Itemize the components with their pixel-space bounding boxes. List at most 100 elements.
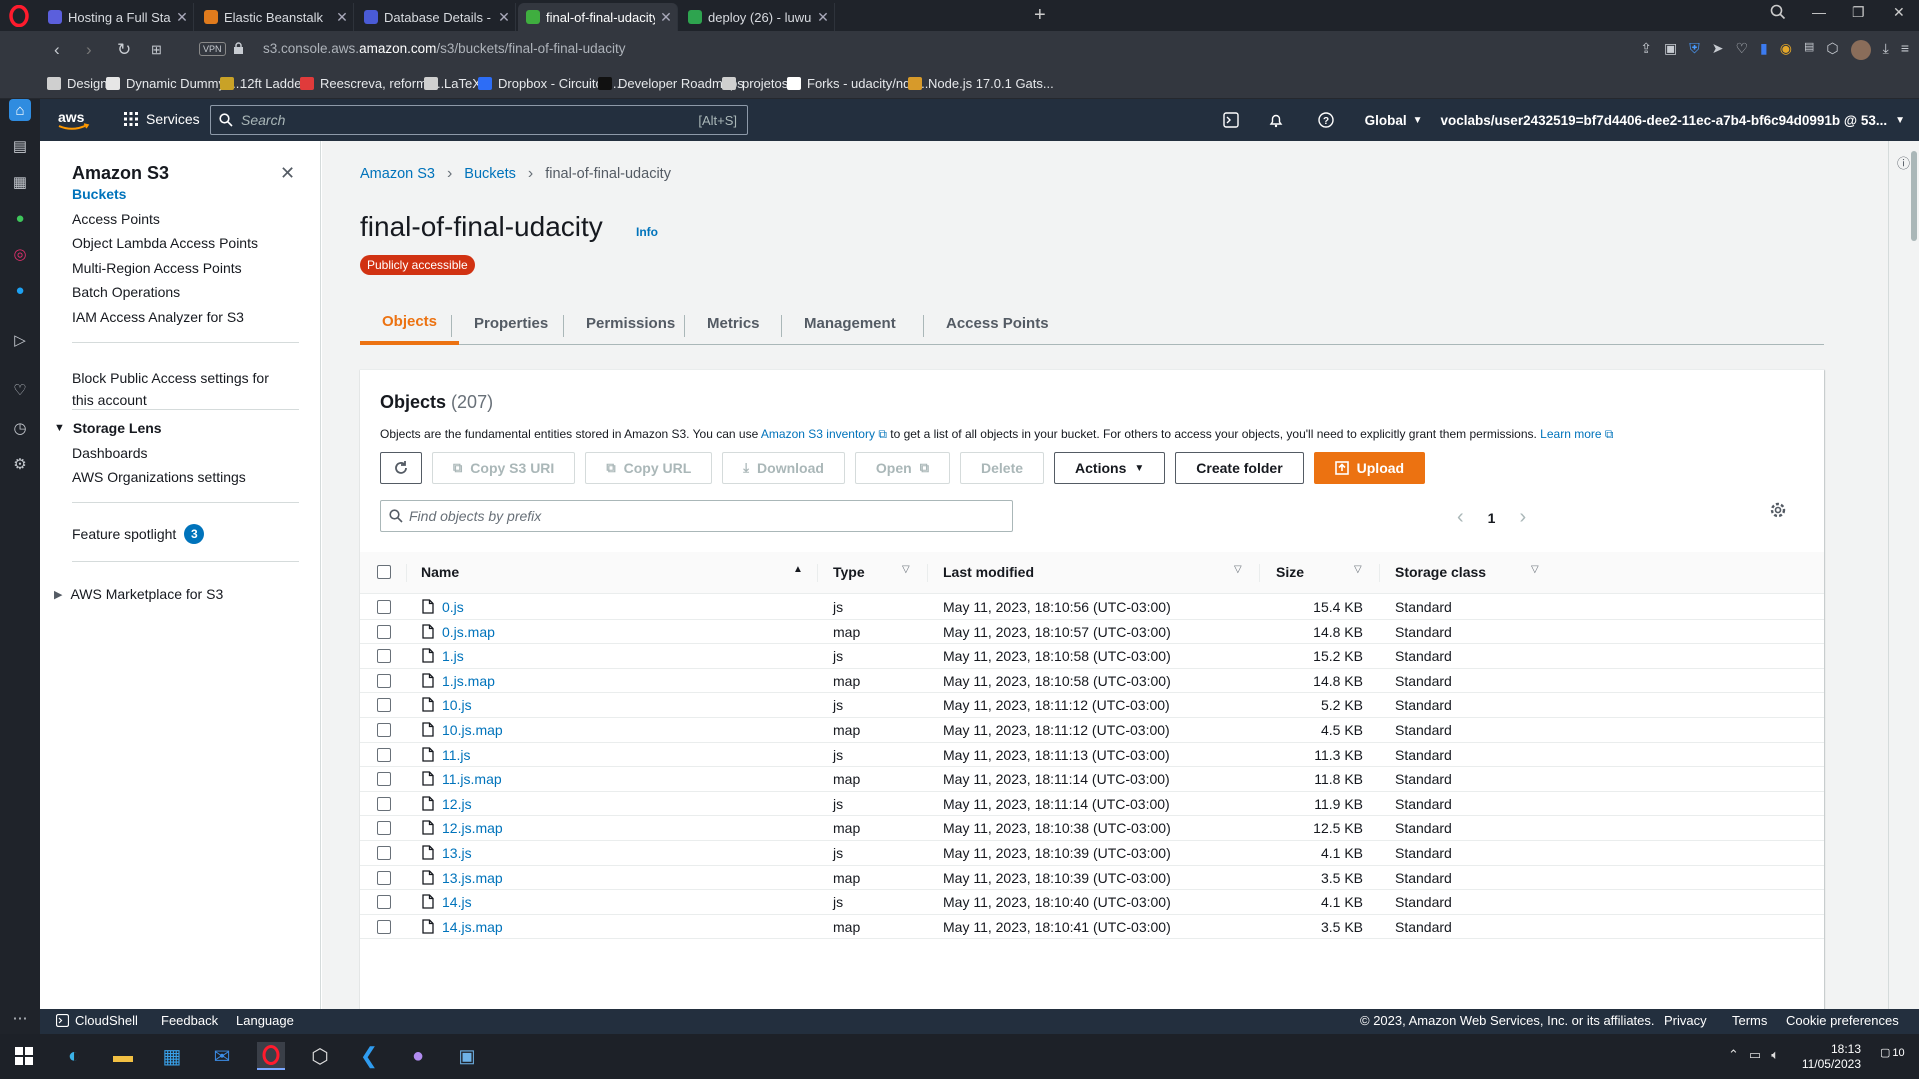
close-window-icon[interactable]: ✕ <box>1893 4 1905 21</box>
sort-icon[interactable]: ▽ <box>1531 564 1539 575</box>
heart-icon[interactable]: ♡ <box>1735 40 1748 60</box>
sort-icon[interactable]: ▽ <box>902 564 910 575</box>
object-name-link[interactable]: 1.js <box>442 648 464 664</box>
settings-icon[interactable]: ⚙ <box>9 453 31 475</box>
column-last-modified[interactable]: Last modified <box>943 564 1034 580</box>
github-desktop-icon[interactable]: ● <box>404 1042 432 1070</box>
bookmark-item[interactable]: 12ft Ladder <box>220 76 306 91</box>
search-tabs-icon[interactable] <box>1770 4 1786 20</box>
close-tab-icon[interactable]: ✕ <box>493 9 515 26</box>
player-icon[interactable]: ▷ <box>9 329 31 351</box>
find-objects-input[interactable] <box>403 508 1012 524</box>
whatsapp-icon[interactable]: ● <box>9 207 31 229</box>
row-checkbox[interactable] <box>377 895 391 910</box>
notification-center[interactable]: ▢ 10 <box>1880 1046 1905 1060</box>
twitter-icon[interactable]: ● <box>9 279 31 301</box>
table-row[interactable]: 11.js.map map May 11, 2023, 18:11:14 (UTC-… <box>360 767 1824 792</box>
network-icon[interactable]: ▭ <box>1749 1047 1761 1063</box>
sort-ascending-icon[interactable]: ▲ <box>793 564 803 575</box>
cloudshell-button[interactable]: CloudShell <box>56 1013 138 1028</box>
breadcrumb-amazon-s3[interactable]: Amazon S3 <box>360 166 435 182</box>
table-row[interactable]: 10.js.map map May 11, 2023, 18:11:12 (UTC-… <box>360 718 1824 743</box>
notes-icon[interactable]: ▤ <box>9 135 31 157</box>
vscode-icon[interactable]: ❮ <box>355 1042 383 1070</box>
browser-tab[interactable]: Elastic Beanstalk ✕ <box>196 3 354 31</box>
table-row[interactable]: 0.js.map map May 11, 2023, 18:10:57 (UTC-0… <box>360 620 1824 645</box>
refresh-button[interactable] <box>380 452 422 484</box>
tab-access-points[interactable]: Access Points <box>924 301 1071 345</box>
upload-button[interactable]: Upload <box>1313 452 1426 484</box>
delete-button[interactable]: Delete <box>960 452 1045 484</box>
tab-management[interactable]: Management <box>782 301 918 345</box>
object-name-link[interactable]: 14.js <box>442 894 472 910</box>
object-name-link[interactable]: 14.js.map <box>442 919 503 935</box>
table-row[interactable]: 14.js.map map May 11, 2023, 18:10:41 (UTC-… <box>360 915 1824 940</box>
extension-cube-icon[interactable]: ⬡ <box>1826 40 1838 60</box>
row-checkbox[interactable] <box>377 673 391 688</box>
aws-search-input[interactable] <box>233 112 699 128</box>
object-name-link[interactable]: 10.js <box>442 697 472 713</box>
close-tab-icon[interactable]: ✕ <box>331 9 353 26</box>
profile-avatar[interactable] <box>1850 40 1871 60</box>
object-name-link[interactable]: 12.js <box>442 796 472 812</box>
row-checkbox[interactable] <box>377 698 391 713</box>
info-panel-icon[interactable]: ⓘ <box>1897 153 1910 172</box>
open-button[interactable]: Open ⧉ <box>854 452 950 484</box>
vpn-badge[interactable]: VPN <box>199 42 226 56</box>
browser-tab[interactable]: Database Details - RDS Ma✕ <box>356 3 516 31</box>
send-icon[interactable]: ➤ <box>1712 40 1724 60</box>
learn-more-link[interactable]: Learn more <box>1540 427 1601 441</box>
copy-url-button[interactable]: ⧉ Copy URL <box>585 452 713 484</box>
close-tab-icon[interactable]: ✕ <box>655 9 677 26</box>
marketplace-section[interactable]: ▶ AWS Marketplace for S3 <box>54 586 223 602</box>
extension-bitwarden-icon[interactable]: ▮ <box>1760 40 1768 60</box>
snapshot-icon[interactable]: ▣ <box>1664 40 1677 60</box>
chevron-left-icon[interactable]: ‹ <box>1457 506 1464 529</box>
menu-icon[interactable]: ≡ <box>1901 40 1909 60</box>
object-name-link[interactable]: 0.js.map <box>442 624 495 640</box>
object-name-link[interactable]: 11.js.map <box>442 771 502 787</box>
object-name-link[interactable]: 1.js.map <box>442 673 495 689</box>
more-icon[interactable]: ⋯ <box>9 1007 31 1029</box>
page-number[interactable]: 1 <box>1488 510 1496 526</box>
tab-permissions[interactable]: Permissions <box>564 301 697 345</box>
browser-tab[interactable]: final-of-final-udacity - S3 b✕ <box>518 3 678 31</box>
download-button[interactable]: ⤓ Download <box>722 452 845 484</box>
reload-icon[interactable]: ↻ <box>117 40 131 60</box>
table-row[interactable]: 12.js js May 11, 2023, 18:11:14 (UTC-03:00… <box>360 792 1824 817</box>
store-icon[interactable]: ▦ <box>158 1042 186 1070</box>
side-nav-dashboards[interactable]: Dashboards <box>72 445 148 461</box>
opera-taskbar-icon[interactable] <box>257 1042 285 1070</box>
notifications-bell-icon[interactable] <box>1251 112 1301 128</box>
share-icon[interactable]: ⇪ <box>1640 40 1652 60</box>
column-type[interactable]: Type <box>833 564 865 580</box>
virtualbox-icon[interactable]: ⬡ <box>306 1042 334 1070</box>
minimize-window-icon[interactable]: — <box>1812 4 1826 20</box>
row-checkbox[interactable] <box>377 846 391 860</box>
object-name-link[interactable]: 13.js.map <box>442 870 503 886</box>
table-row[interactable]: 1.js js May 11, 2023, 18:10:58 (UTC-03:00)… <box>360 644 1824 669</box>
language-link[interactable]: Language <box>236 1013 294 1028</box>
bookmark-item[interactable]: LaTeX <box>424 76 481 91</box>
page-scrollbar[interactable]: ⓘ <box>1888 141 1919 1009</box>
info-link[interactable]: Info <box>636 225 658 239</box>
select-all-checkbox[interactable] <box>377 565 391 579</box>
side-nav-buckets[interactable]: Buckets <box>72 186 126 202</box>
tab-properties[interactable]: Properties <box>452 301 570 345</box>
row-checkbox[interactable] <box>377 600 391 614</box>
cloudshell-icon[interactable] <box>1211 112 1251 128</box>
storage-lens-section[interactable]: ▼ Storage Lens <box>54 420 162 436</box>
copy-s3-uri-button[interactable]: ⧉ Copy S3 URI <box>432 452 576 484</box>
side-nav-org-settings[interactable]: AWS Organizations settings <box>72 469 246 485</box>
forward-icon[interactable]: › <box>86 40 92 60</box>
object-name-link[interactable]: 11.js <box>442 747 471 763</box>
bookmark-item[interactable]: projetos <box>722 76 788 91</box>
terms-link[interactable]: Terms <box>1732 1013 1767 1028</box>
heart-icon[interactable]: ♡ <box>9 379 31 401</box>
browser-tab[interactable]: deploy (26) - luwucaz/nd0(✕ <box>680 3 835 31</box>
bookmark-item[interactable]: Node.js 17.0.1 Gats... <box>908 76 1054 91</box>
windows-start-icon[interactable] <box>10 1042 38 1070</box>
row-checkbox[interactable] <box>377 870 391 885</box>
instagram-icon[interactable]: ◎ <box>9 243 31 265</box>
close-icon[interactable]: ✕ <box>280 163 295 184</box>
